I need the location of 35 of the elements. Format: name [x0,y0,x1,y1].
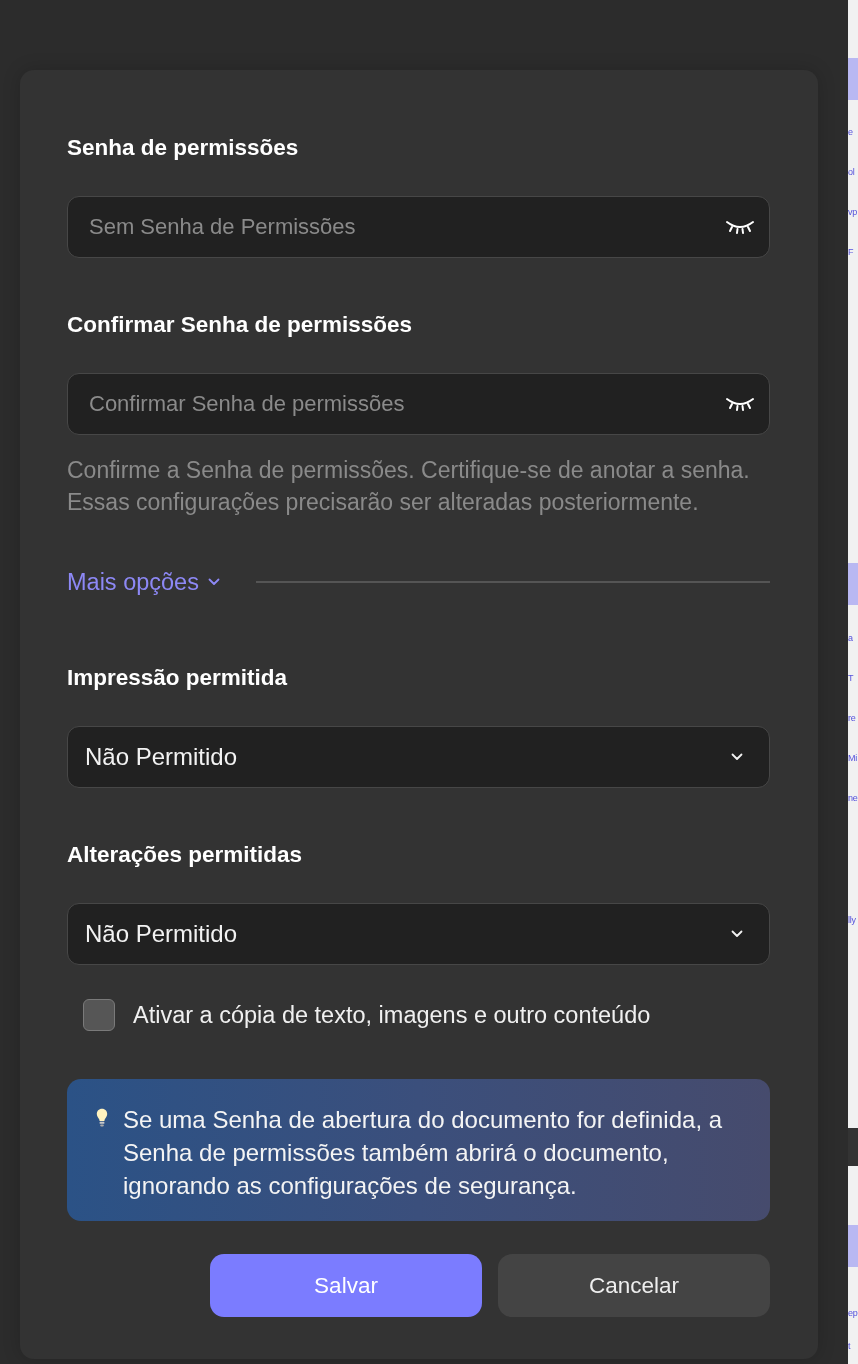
page-text-fragment: T [848,672,855,685]
header-bar [848,58,858,100]
info-text: Se uma Senha de abertura do documento for definida, a Senha de permissões também abrirá o documento, ignorando as configurações de segurança. [123,1105,724,1201]
lightbulb-icon [96,1108,108,1128]
field-label: Senha de permissões [67,134,300,162]
cancel-button[interactable]: Cancelar [498,1254,770,1317]
dropdown[interactable]: Não Permitido [67,726,770,788]
dropdown[interactable]: Não Permitido [67,903,770,965]
field-label: Alterações permitidas [67,841,304,869]
header-bar [848,1225,858,1267]
page-text-fragment: vp [848,206,858,219]
checkbox[interactable] [83,999,115,1031]
field-label: Impressão permitida [67,664,289,692]
page-text-fragment: F [848,246,855,259]
page-text-fragment: a [848,632,854,645]
eye-closed-icon[interactable] [725,219,755,235]
field-label: Confirmar Senha de permissões [67,311,414,339]
eye-closed-icon[interactable] [725,396,755,412]
chevron-down-icon [731,930,743,938]
page-text-fragment: t [848,1340,852,1353]
password-field[interactable]: Confirmar Senha de permissões [67,373,770,435]
page-text-fragment: ol [848,166,856,179]
chevron-down-icon [731,753,743,761]
hint-text: Confirme a Senha de permissões. Certifique-se de anotar a senha. Essas configurações precisarão ser alteradas posteriormente. [67,456,751,517]
chevron-down-icon [207,578,220,586]
page-text-fragment: e [848,126,854,139]
more-options-link[interactable]: Mais opções [67,566,220,598]
page-text-fragment: Mi [848,752,858,765]
page-text-fragment: ne [848,792,858,805]
page-text-fragment: lly [848,914,857,927]
page-text-fragment: re [848,712,857,725]
checkbox-label: Ativar a cópia de texto, imagens e outro conteúdo [133,1001,651,1030]
password-field[interactable]: Sem Senha de Permissões [67,196,770,258]
header-bar [848,563,858,605]
page-text-fragment: ep [848,1307,858,1320]
